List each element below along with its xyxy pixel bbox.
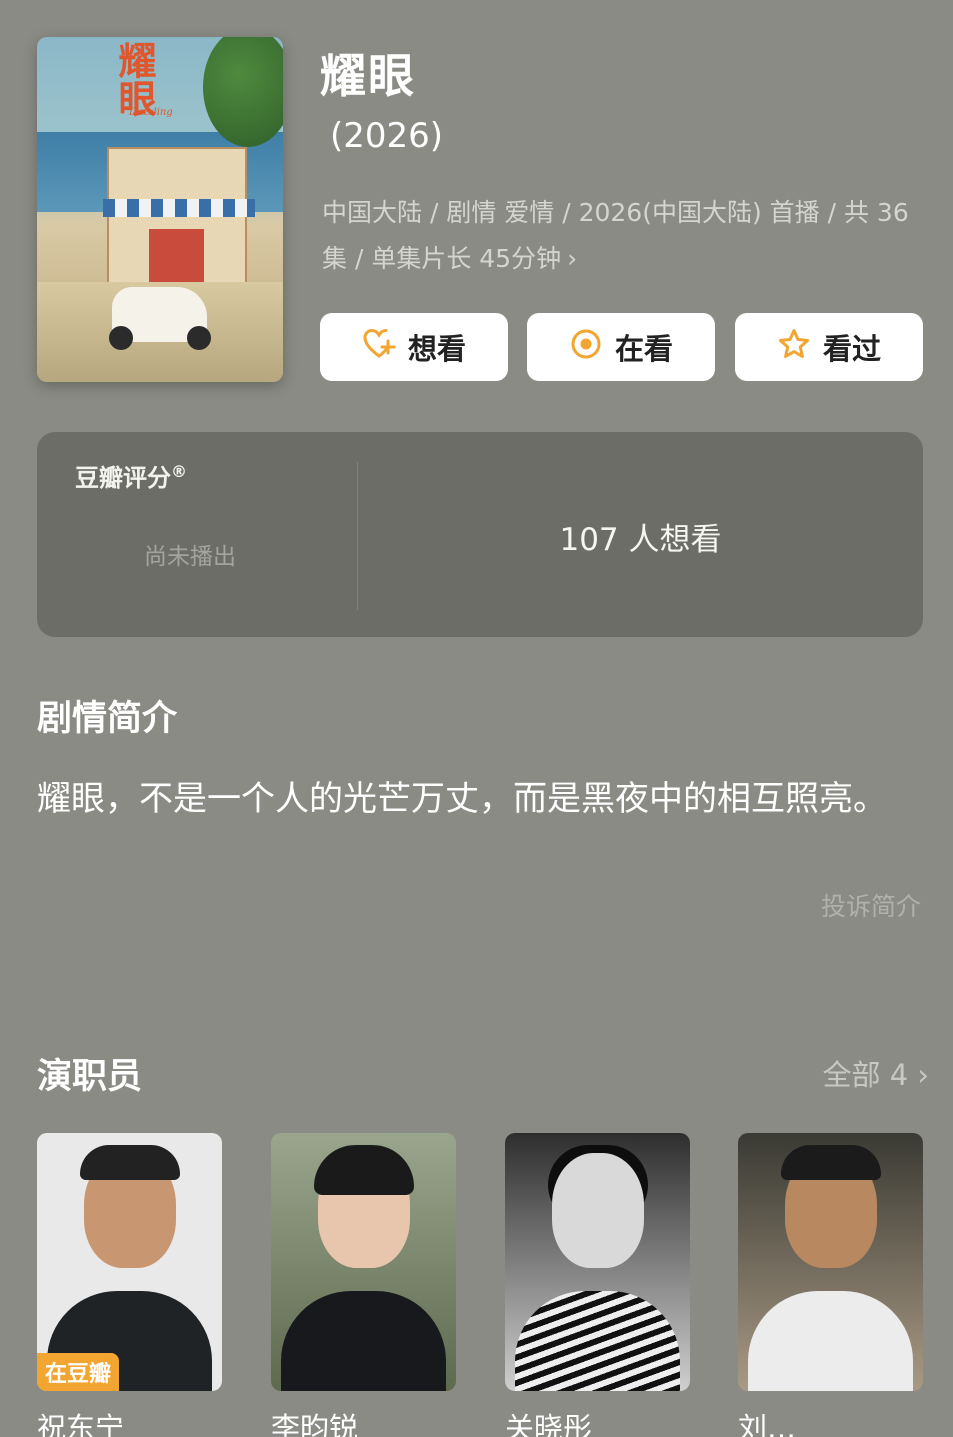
cast-name[interactable]: 关晓彤 bbox=[505, 1405, 592, 1437]
cast-heading: 演职员 bbox=[37, 1057, 143, 1097]
cast-photo-hair bbox=[79, 1145, 180, 1180]
meta-info-text: 中国大陆 / 剧情 爱情 / 2026(中国大陆) 首播 / 共 36集 / 单… bbox=[322, 198, 909, 273]
heart-plus-icon bbox=[362, 327, 396, 368]
star-icon bbox=[777, 327, 811, 368]
cast-card[interactable] bbox=[271, 1133, 456, 1391]
cast-name[interactable]: 祝东宁 bbox=[37, 1405, 124, 1437]
watching-label: 在看 bbox=[614, 332, 673, 366]
want-to-watch-label: 想看 bbox=[407, 332, 466, 366]
report-synopsis-link[interactable]: 投诉简介 bbox=[821, 887, 921, 923]
cast-card[interactable]: 在豆瓣 bbox=[37, 1133, 222, 1391]
watched-label: 看过 bbox=[822, 332, 881, 366]
rating-panel: 豆瓣评分® 尚未播出 107 人想看 bbox=[37, 432, 923, 637]
watched-button[interactable]: 看过 bbox=[735, 313, 923, 381]
rating-status: 尚未播出 bbox=[144, 544, 236, 570]
page-title: 耀眼 bbox=[320, 49, 416, 103]
rating-label-text: 豆瓣评分 bbox=[75, 464, 171, 492]
poster-tree bbox=[203, 37, 283, 147]
cast-photo-body bbox=[748, 1291, 913, 1391]
cast-all-link[interactable]: 全部 4 › bbox=[823, 1052, 930, 1094]
target-circle-icon bbox=[569, 327, 603, 368]
poster-english-title: Dazzling bbox=[129, 107, 173, 118]
cast-card[interactable] bbox=[738, 1133, 923, 1391]
poster-shop bbox=[103, 147, 255, 299]
synopsis-heading: 剧情简介 bbox=[37, 699, 178, 739]
cast-all-label: 全部 4 bbox=[822, 1058, 909, 1092]
douban-rating-label: 豆瓣评分® bbox=[75, 458, 187, 493]
chevron-right-icon: › bbox=[567, 244, 578, 273]
synopsis-text: 耀眼，不是一个人的光芒万丈，而是黑夜中的相互照亮。 bbox=[37, 779, 887, 819]
watching-button[interactable]: 在看 bbox=[527, 313, 715, 381]
poster-image[interactable]: 耀眼 Dazzling bbox=[37, 37, 283, 382]
poster-wheel bbox=[109, 326, 133, 350]
wants-count[interactable]: 107 人想看 bbox=[358, 514, 923, 559]
cast-name[interactable]: 刘… bbox=[738, 1405, 796, 1437]
registered-mark: ® bbox=[171, 462, 187, 481]
cast-photo-body bbox=[281, 1291, 446, 1391]
chevron-right-icon: › bbox=[917, 1058, 929, 1092]
release-year: (2026) bbox=[330, 116, 444, 156]
cast-card[interactable] bbox=[505, 1133, 690, 1391]
poster-wheel bbox=[187, 326, 211, 350]
want-to-watch-button[interactable]: 想看 bbox=[320, 313, 508, 381]
meta-info-link[interactable]: 中国大陆 / 剧情 爱情 / 2026(中国大陆) 首播 / 共 36集 / 单… bbox=[322, 190, 912, 282]
on-douban-badge: 在豆瓣 bbox=[37, 1353, 120, 1391]
cast-name[interactable]: 李昀锐 bbox=[271, 1405, 358, 1437]
poster-calligraphy-title: 耀眼 bbox=[112, 41, 157, 117]
cast-photo-body bbox=[515, 1291, 680, 1391]
cast-photo-face bbox=[551, 1153, 644, 1268]
cast-photo-hair bbox=[313, 1145, 414, 1195]
cast-photo-hair bbox=[780, 1145, 881, 1180]
poster-awning bbox=[103, 199, 255, 217]
